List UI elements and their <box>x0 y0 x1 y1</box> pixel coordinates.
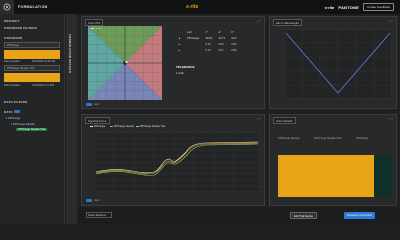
cell: ▲ <box>178 36 181 40</box>
spectral-chart <box>94 132 260 192</box>
swatch-label: PPOrange <box>356 137 369 140</box>
delta-table: Lab L* a* b* ▲ PPOrange 68.53 44.71 62.3… <box>174 28 241 55</box>
tree-root[interactable]: ▾ PPOrange <box>6 117 20 120</box>
legend-item[interactable]: PPOrange Sample <box>110 125 134 128</box>
delta-e-controls-icon[interactable]: ⤢ ⋮ <box>389 19 393 23</box>
project-label[interactable]: PROJECT <box>4 19 20 23</box>
tolerance-label: TOLERANCE <box>176 65 195 69</box>
cell: 0.62 <box>231 42 237 46</box>
table-row[interactable]: ● 0.70 0.23 0.62 <box>176 42 239 46</box>
brand-logo: x-rite <box>186 4 199 10</box>
standard-select-value: PPOrange <box>7 44 20 47</box>
sidebar: PROJECT STANDARD FILTERS STANDARD PPOran… <box>0 14 65 224</box>
spectral-curve-panel: Spectral Curve ⤢ ⋮ PPOrange PPOrange Sam… <box>81 114 265 206</box>
app-logo-icon[interactable] <box>0 0 14 14</box>
th-2: L* <box>205 30 209 34</box>
date-created-label-1: Date Created <box>4 60 20 63</box>
color-plot-legend: ▲ ● ● <box>91 27 102 30</box>
measure-select[interactable]: Select Measure <box>86 212 112 218</box>
sample-select-value: PPOrange Sample Trial <box>7 67 35 70</box>
cell: 0.73 <box>205 49 211 53</box>
tree-child[interactable]: ▾ PPOrange Sample <box>11 123 35 126</box>
color-swatch-title[interactable]: Color Swatch <box>273 117 296 124</box>
spectral-controls-icon[interactable]: ⤢ ⋮ <box>257 117 261 121</box>
top-bar: FORMULATION x-rite x·rite PANTONE Create… <box>0 0 400 14</box>
cell: 68.53 <box>205 36 213 40</box>
date-created-value-1: 9/21/2023 10:45 AM <box>32 60 56 63</box>
color-swatch-controls-icon[interactable]: ⤢ ⋮ <box>389 117 393 121</box>
spectral-toggle[interactable] <box>86 199 92 202</box>
color-plot-panel: Color Plot ⤢ ⋮ ▲ ● ● Auto Lab L* a* b* ▲… <box>81 16 265 109</box>
th-0 <box>176 30 183 34</box>
th-3: a* <box>218 30 221 34</box>
color-swatch-panel: Color Swatch ⤢ ⋮ PPOrange Sample PPOrang… <box>269 114 397 206</box>
cell: 0.65 <box>231 49 237 53</box>
cell: 44.71 <box>218 36 226 40</box>
pantone-logo: PANTONE <box>338 4 359 10</box>
sample-color-swatch <box>4 73 60 82</box>
date-created-value-2: 11/3/2023 1:21 PM <box>32 84 54 87</box>
th-4: b* <box>231 30 234 34</box>
bottom-bar: Select Measure Edit Trial Recipe Proceed… <box>78 208 400 224</box>
delta-e-chart <box>284 29 392 99</box>
cell <box>185 49 202 53</box>
sample-select[interactable]: PPOrange Sample Trial <box>4 65 60 71</box>
table-row[interactable]: ▲ PPOrange 68.53 44.71 62.3 <box>176 36 239 40</box>
tree-root-label: PPOrange <box>8 117 21 120</box>
swatch-block-dark <box>374 155 392 197</box>
ab-color-plot[interactable] <box>88 26 162 100</box>
date-created-label-2: Date Created <box>4 84 20 87</box>
cell: 0.27 <box>218 49 224 53</box>
edit-trial-button[interactable]: Edit Trial Recipe <box>290 212 317 219</box>
cell: PPOrange <box>187 36 200 40</box>
delta-e-panel: ΔE vs Wavelength ⤢ ⋮ <box>269 16 397 109</box>
data-toggle[interactable] <box>14 110 20 113</box>
plot-toggle-label: Auto <box>94 103 100 106</box>
standard-label: STANDARD <box>4 36 23 40</box>
feedback-button[interactable]: Create Feedback <box>362 3 394 11</box>
cell <box>185 42 202 46</box>
data-label: DATA <box>4 110 13 114</box>
tolerance-value[interactable]: 1.0 ΔE <box>176 72 184 75</box>
color-plot-title[interactable]: Color Plot <box>85 19 104 26</box>
table-row[interactable]: ● 0.73 0.27 0.65 <box>176 49 239 53</box>
spectral-toggle-label: Auto <box>94 199 100 202</box>
legend-item[interactable]: PPOrange <box>90 125 105 128</box>
table-header-row: Lab L* a* b* <box>176 30 239 34</box>
proceed-button[interactable]: Proceed to Correction <box>344 212 376 219</box>
legend-item[interactable]: PPOrange Sample Trial <box>136 125 165 128</box>
th-1: Lab <box>187 30 192 34</box>
delta-e-title[interactable]: ΔE vs Wavelength <box>273 19 302 26</box>
cell: ● <box>178 42 180 46</box>
standard-filters-label[interactable]: STANDARD FILTERS <box>4 26 37 30</box>
formulation-details-tab[interactable]: FORMULATION DETAILS <box>66 14 77 224</box>
xrite-logo: x·rite <box>324 4 335 10</box>
app-title: FORMULATION <box>18 5 48 9</box>
legend-label: PPOrange <box>94 125 106 128</box>
swatch-label: PPOrange Sample Trial <box>314 137 342 140</box>
legend-label: PPOrange Sample <box>114 125 134 128</box>
top-right-brands: x·rite PANTONE Create Feedback <box>325 3 394 11</box>
plot-toggle[interactable] <box>86 103 92 106</box>
swatch-label: PPOrange Sample <box>278 137 300 140</box>
formulation-details-label: FORMULATION DETAILS <box>68 34 72 74</box>
legend-label: PPOrange Sample Trial <box>140 125 166 128</box>
swatch-block <box>278 155 374 197</box>
tree-child-label: PPOrange Sample <box>13 123 35 126</box>
standard-color-swatch <box>4 50 60 59</box>
color-plot-controls-icon[interactable]: ⤢ ⋮ <box>257 19 261 23</box>
cell: 0.70 <box>205 42 211 46</box>
spectral-curve-title[interactable]: Spectral Curve <box>85 117 110 124</box>
data-filters-label[interactable]: DATA FILTERS <box>4 100 27 104</box>
cell: ● <box>178 49 180 53</box>
standard-select[interactable]: PPOrange <box>4 42 60 48</box>
cell: 0.23 <box>218 42 224 46</box>
cell: 62.3 <box>231 36 237 40</box>
tree-selected-item[interactable]: PPOrange Sample Trial <box>16 128 48 131</box>
